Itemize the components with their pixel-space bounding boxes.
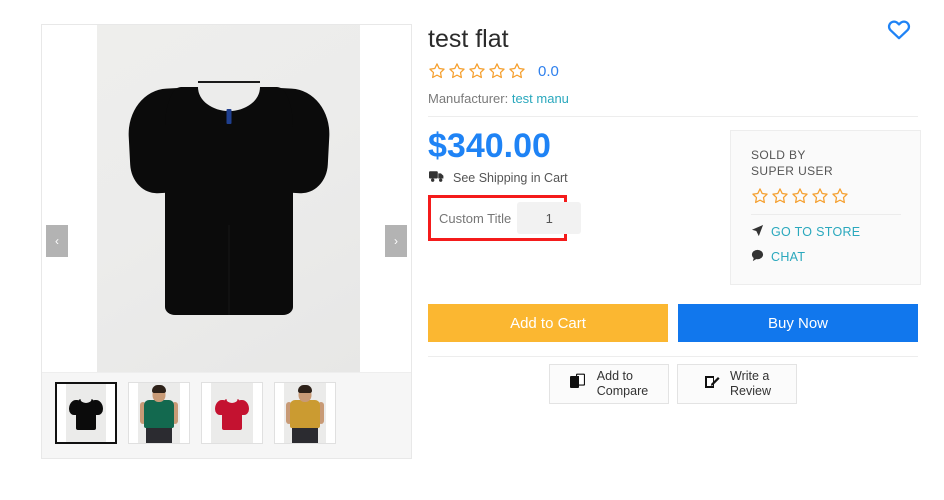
- gallery-next-arrow-icon[interactable]: ›: [385, 225, 407, 257]
- gallery-prev-arrow-icon[interactable]: ‹: [46, 225, 68, 257]
- thumbnail-image: [284, 383, 326, 443]
- tshirt-shape: [69, 396, 103, 430]
- buy-now-button[interactable]: Buy Now: [678, 304, 918, 342]
- product-details-panel: test flat 0.0 Manufacturer: test manu $3…: [428, 0, 928, 500]
- shipping-text: See Shipping in Cart: [453, 171, 568, 185]
- black-tshirt-graphic: [125, 79, 332, 315]
- wishlist-heart-icon[interactable]: [886, 16, 912, 42]
- shirt-neck-label: [226, 109, 231, 124]
- write-a-review-button[interactable]: Write a Review: [677, 364, 797, 404]
- add-to-compare-button[interactable]: Add to Compare: [549, 364, 669, 404]
- thumbnail-mustard-tshirt-model[interactable]: [274, 382, 336, 444]
- primary-actions: Add to Cart Buy Now: [428, 304, 918, 342]
- chat-label: CHAT: [771, 250, 806, 264]
- manufacturer-link[interactable]: test manu: [512, 91, 569, 106]
- thumbnail-image: [211, 383, 253, 443]
- thumbnail-red-tshirt-flat[interactable]: [201, 382, 263, 444]
- shirt-center-crease: [228, 225, 229, 315]
- review-line2: Review: [730, 384, 771, 398]
- custom-title-field-highlight: Custom Title: [428, 195, 582, 241]
- model-shape: [138, 383, 180, 443]
- seller-divider: [751, 214, 901, 215]
- page-title: test flat: [428, 25, 509, 53]
- secondary-actions: Add to Compare Write a Review: [428, 364, 918, 404]
- seller-rating-stars[interactable]: [751, 187, 920, 205]
- gallery-stage: ‹ ›: [42, 25, 411, 372]
- thumbnail-image: [66, 384, 106, 442]
- compare-line1: Add to: [596, 369, 633, 383]
- product-detail-page: ‹ › test flat 0.0 Manufacturer: test man…: [0, 0, 944, 500]
- seller-card: SOLD BY SUPER USER GO TO STORE CHAT: [730, 130, 921, 285]
- product-gallery: ‹ ›: [41, 24, 412, 459]
- add-to-cart-button[interactable]: Add to Cart: [428, 304, 668, 342]
- go-to-store-label: GO TO STORE: [771, 225, 861, 239]
- quantity-input[interactable]: [517, 202, 582, 234]
- main-product-image[interactable]: [97, 25, 360, 372]
- thumbnail-green-tshirt-model[interactable]: [128, 382, 190, 444]
- write-a-review-label: Write a Review: [730, 369, 771, 399]
- product-price: $340.00: [428, 127, 551, 165]
- thumbnail-image: [138, 383, 180, 443]
- seller-name: SUPER USER: [751, 164, 834, 178]
- divider-bottom: [428, 356, 918, 357]
- chat-link[interactable]: CHAT: [751, 249, 920, 265]
- custom-title-label: Custom Title: [439, 210, 512, 226]
- rating-value: 0.0: [538, 62, 559, 80]
- shipping-info[interactable]: See Shipping in Cart: [429, 170, 568, 186]
- truck-icon: [429, 170, 445, 186]
- pencil-square-icon: [703, 373, 721, 395]
- review-line1: Write a: [730, 369, 770, 383]
- compare-line2: Compare: [596, 384, 649, 398]
- copy-pages-icon: [569, 373, 588, 395]
- sold-by-label: SOLD BY: [751, 148, 806, 162]
- chat-bubble-icon: [751, 249, 764, 265]
- product-rating: 0.0: [428, 60, 559, 82]
- rating-stars[interactable]: [428, 62, 526, 80]
- thumbnail-black-tshirt-flat[interactable]: [55, 382, 117, 444]
- location-arrow-icon: [751, 224, 764, 240]
- manufacturer-line: Manufacturer: test manu: [428, 91, 569, 106]
- add-to-compare-label: Add to Compare: [597, 369, 648, 399]
- model-shape: [284, 383, 326, 443]
- divider-top: [428, 116, 918, 117]
- manufacturer-label: Manufacturer:: [428, 91, 509, 106]
- thumbnail-strip: [42, 372, 411, 458]
- go-to-store-link[interactable]: GO TO STORE: [751, 224, 920, 240]
- tshirt-shape: [215, 396, 249, 430]
